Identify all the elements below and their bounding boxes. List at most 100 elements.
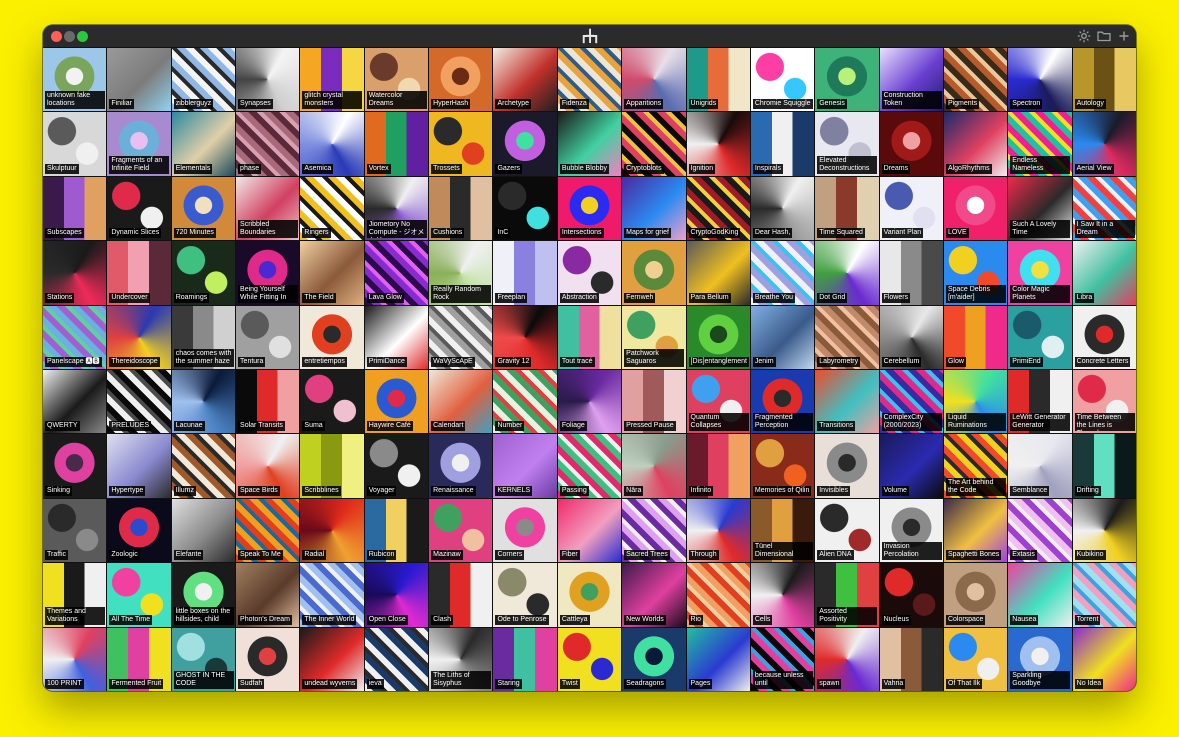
artwork-tile[interactable]: Quantum Collapses — [686, 370, 750, 434]
artwork-tile[interactable]: Archetype — [493, 48, 557, 112]
artwork-tile[interactable]: Such A Lovely Time — [1008, 176, 1072, 241]
artwork-tile[interactable]: Tünel Dimensional — [750, 498, 815, 563]
artwork-tile[interactable]: KERNELS — [493, 434, 557, 498]
artwork-tile[interactable]: Cryptoblots — [622, 112, 686, 176]
artwork-tile[interactable]: Open Close — [364, 563, 429, 627]
artwork-tile[interactable]: Haywire Café — [364, 370, 429, 434]
artwork-tile[interactable]: chaos comes with the summer haze — [171, 305, 236, 369]
artwork-tile[interactable]: Alien DNA — [815, 498, 879, 563]
artwork-tile[interactable]: Illumz — [171, 434, 236, 498]
artwork-tile[interactable]: Pressed Pause — [622, 370, 686, 434]
artwork-tile[interactable]: Suma — [300, 370, 364, 434]
artwork-tile[interactable]: Hypertype — [107, 434, 171, 498]
artwork-tile[interactable]: LeWitt Generator Generator — [1008, 370, 1072, 434]
artwork-tile[interactable]: ComplexCity (2000/2023) — [879, 370, 943, 434]
artwork-tile[interactable]: Libra — [1072, 241, 1136, 305]
artwork-tile[interactable]: Torrent — [1072, 563, 1136, 627]
plus-icon[interactable] — [1116, 28, 1132, 44]
artwork-tile[interactable]: The Art behind the Code — [943, 434, 1008, 498]
artwork-tile[interactable]: Ringers — [300, 176, 364, 241]
artwork-tile[interactable]: Fermented Fruit — [107, 627, 171, 691]
artwork-tile[interactable]: HyperHash — [429, 48, 493, 112]
artwork-tile[interactable]: Extasis — [1008, 498, 1072, 563]
artwork-tile[interactable]: Abstraction — [557, 241, 622, 305]
artwork-tile[interactable]: Variant Plan — [879, 176, 943, 241]
artwork-tile[interactable]: WaVyScApE — [429, 305, 493, 369]
artwork-tile[interactable]: Vortex — [364, 112, 429, 176]
artwork-tile[interactable]: Colorspace — [943, 563, 1008, 627]
artwork-tile[interactable]: Photon's Dream — [236, 563, 300, 627]
artwork-tile[interactable]: Jenim — [750, 305, 815, 369]
artwork-tile[interactable]: Nucleus — [879, 563, 943, 627]
artwork-tile[interactable]: Para Bellum — [686, 241, 750, 305]
artwork-tile[interactable]: Skulptuur — [43, 112, 107, 176]
artwork-tile[interactable]: phase — [236, 112, 300, 176]
artwork-tile[interactable]: Fidenza — [557, 48, 622, 112]
artwork-tile[interactable]: Number — [493, 370, 557, 434]
artwork-tile[interactable]: Cells — [750, 563, 815, 627]
artwork-tile[interactable]: Thereidoscope — [107, 305, 171, 369]
artwork-tile[interactable]: Lava Glow — [364, 241, 429, 305]
artwork-tile[interactable]: Labyrometry — [815, 305, 879, 369]
artwork-tile[interactable]: Twist — [557, 627, 622, 691]
artwork-tile[interactable]: Pages — [686, 627, 750, 691]
artwork-tile[interactable]: Zoologic — [107, 498, 171, 563]
artwork-tile[interactable]: Of That Ilk — [943, 627, 1008, 691]
artwork-tile[interactable]: Cattleya — [557, 563, 622, 627]
artwork-tile[interactable]: Genesis — [815, 48, 879, 112]
artwork-tile[interactable]: PrimiDance — [364, 305, 429, 369]
artwork-tile[interactable]: Transitions — [815, 370, 879, 434]
artwork-tile[interactable]: Apparitions — [622, 48, 686, 112]
artwork-tile[interactable]: Color Magic Planets — [1008, 241, 1072, 305]
artwork-tile[interactable]: Kubikino — [1072, 498, 1136, 563]
artwork-tile[interactable]: Semblance — [1008, 434, 1072, 498]
artwork-tile[interactable]: Lacunae — [171, 370, 236, 434]
artwork-tile[interactable]: Foliage — [557, 370, 622, 434]
artwork-tile[interactable]: Seadragons — [622, 627, 686, 691]
artwork-tile[interactable]: New Worlds — [622, 563, 686, 627]
artwork-tile[interactable]: LOVE — [943, 176, 1008, 241]
artwork-tile[interactable]: ieva — [364, 627, 429, 691]
artwork-tile[interactable]: Passing — [557, 434, 622, 498]
artwork-tile[interactable]: 720 Minutes — [171, 176, 236, 241]
artwork-tile[interactable]: Scribbled Boundaries — [236, 176, 300, 241]
artwork-tile[interactable]: Fiber — [557, 498, 622, 563]
artwork-tile[interactable]: Clash — [429, 563, 493, 627]
artwork-tile[interactable]: The Field — [300, 241, 364, 305]
artwork-tile[interactable]: Fragments of an Infinite Field — [107, 112, 171, 176]
artwork-tile[interactable]: Time Squared — [815, 176, 879, 241]
artwork-tile[interactable]: Jiometory No Compute - ジオメトリ — [364, 176, 429, 241]
artwork-tile[interactable]: Drifting — [1072, 434, 1136, 498]
artwork-tile[interactable]: Concrete Letters — [1072, 305, 1136, 369]
artwork-tile[interactable]: Construction Token — [879, 48, 943, 112]
artwork-tile[interactable]: Liquid Ruminations — [943, 370, 1008, 434]
artwork-tile[interactable]: Tentura — [236, 305, 300, 369]
artwork-tile[interactable]: Intersections — [557, 176, 622, 241]
artwork-tile[interactable]: Staring — [493, 627, 557, 691]
artwork-tile[interactable]: Invasion Percolation — [879, 498, 943, 563]
artwork-tile[interactable]: Trossets — [429, 112, 493, 176]
artwork-tile[interactable]: GHOST IN THE CODE — [171, 627, 236, 691]
artwork-tile[interactable]: entretiempos — [300, 305, 364, 369]
artwork-tile[interactable]: Ignition — [686, 112, 750, 176]
artwork-tile[interactable]: Roamings — [171, 241, 236, 305]
artwork-tile[interactable]: PRELUDES — [107, 370, 171, 434]
artwork-tile[interactable]: Gravity 12 — [493, 305, 557, 369]
artwork-tile[interactable]: Patchwork Saguaros — [622, 305, 686, 369]
artwork-tile[interactable]: The Inner World — [300, 563, 364, 627]
artwork-tile[interactable]: Speak To Me — [236, 498, 300, 563]
artwork-tile[interactable]: Mazinaw — [429, 498, 493, 563]
artwork-tile[interactable]: Being Yourself While Fitting In — [236, 241, 300, 305]
artwork-tile[interactable]: Synapses — [236, 48, 300, 112]
artwork-tile[interactable]: I Saw It in a Dream — [1072, 176, 1136, 241]
artwork-tile[interactable]: because unless until — [750, 627, 815, 691]
artwork-tile[interactable]: Sacred Trees — [622, 498, 686, 563]
artwork-tile[interactable]: Stations — [43, 241, 107, 305]
artwork-tile[interactable]: Subscapes — [43, 176, 107, 241]
artwork-tile[interactable]: Invisibles — [815, 434, 879, 498]
artwork-tile[interactable]: CryptoGodKing — [686, 176, 750, 241]
artwork-tile[interactable]: Finiliar — [107, 48, 171, 112]
artwork-tile[interactable]: Nausea — [1008, 563, 1072, 627]
artwork-tile[interactable]: 100 PRINT — [43, 627, 107, 691]
artwork-tile[interactable]: Memories of Qilin — [750, 434, 815, 498]
